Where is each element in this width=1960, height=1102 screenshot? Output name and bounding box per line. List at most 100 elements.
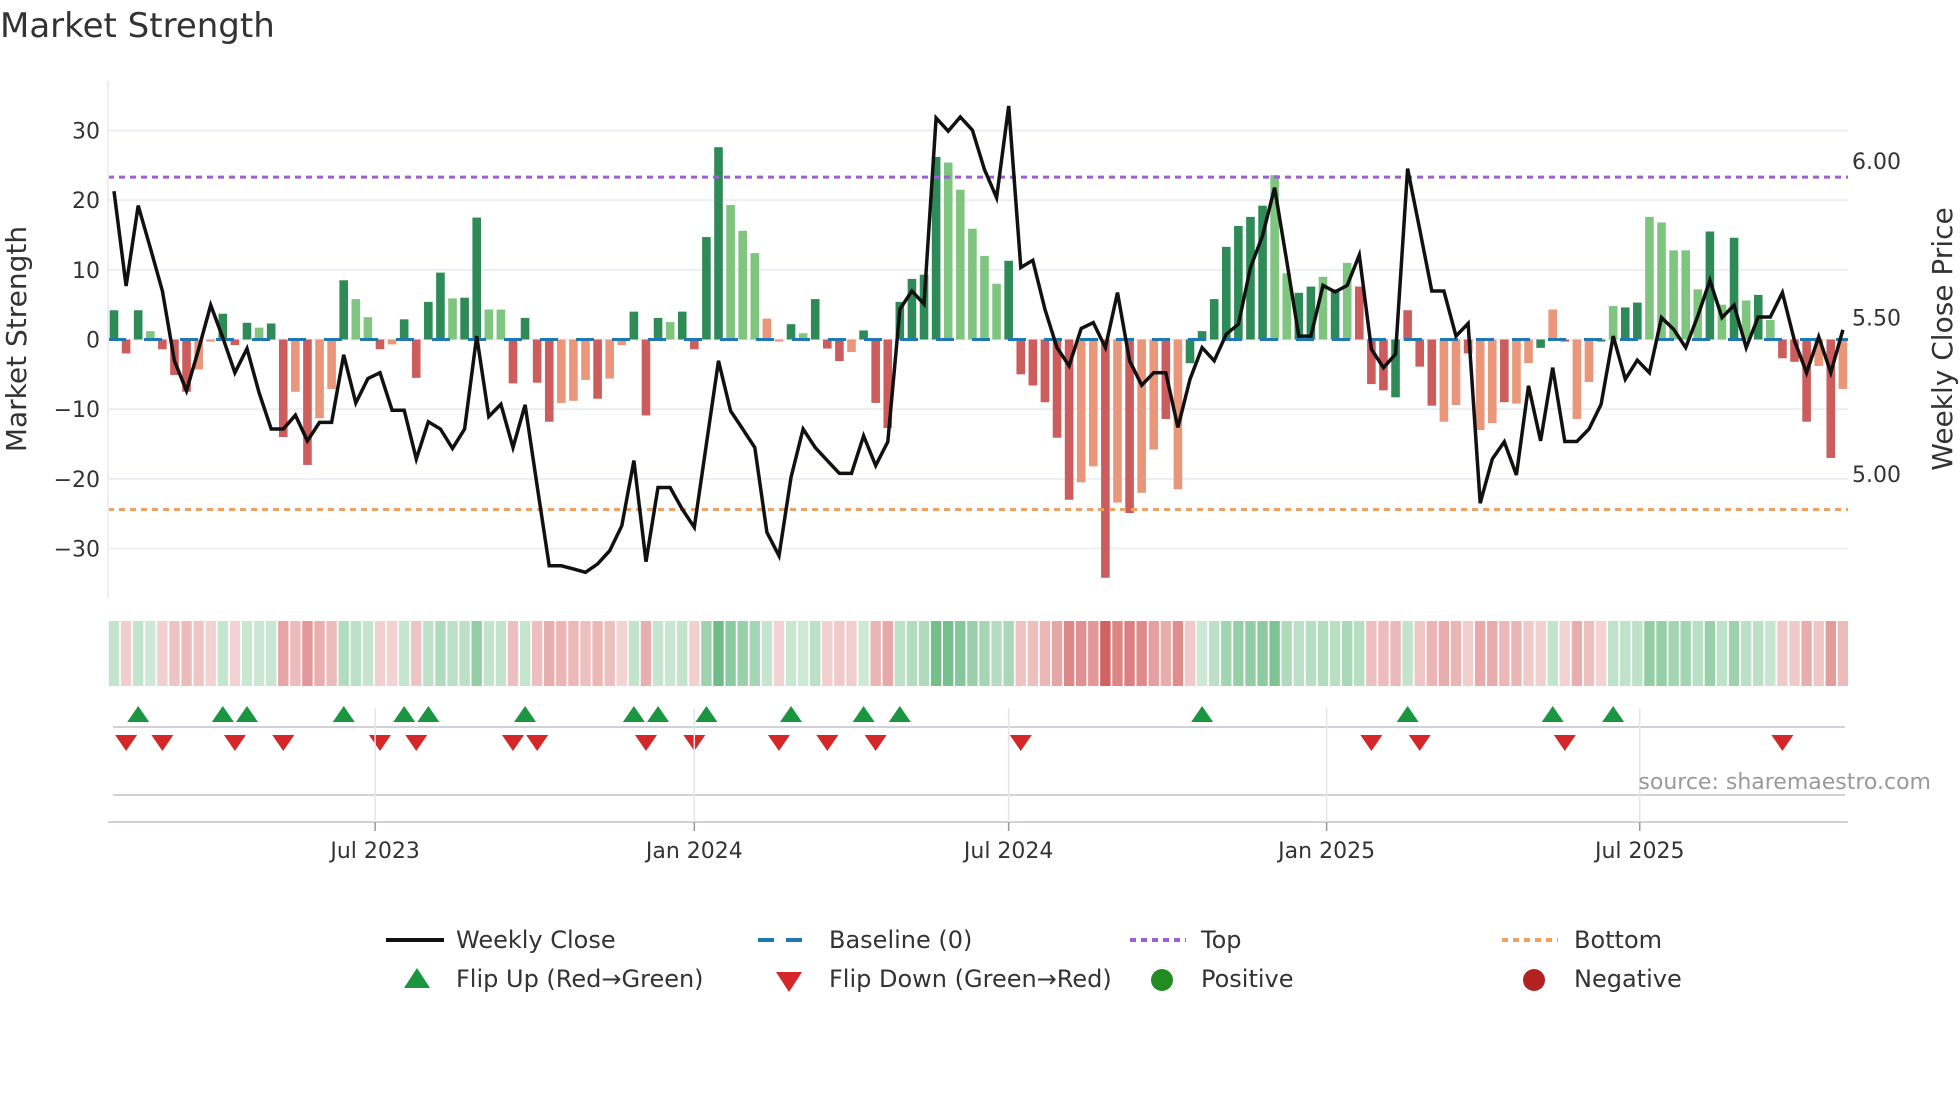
flip-up-marker [127,706,150,722]
heatmap-cell [894,621,906,686]
heatmap-cell [1354,621,1365,686]
flip-down-marker [501,735,524,751]
strength-bar [1330,289,1340,340]
strength-bar [351,299,361,340]
heatmap-cell [1789,621,1800,686]
flip-down-marker [272,735,295,751]
heatmap-cell [1112,621,1123,686]
heatmap-cell [435,621,446,686]
strength-bar [557,339,566,403]
strength-bar [1113,339,1122,503]
heatmap-cell [1160,621,1172,686]
heatmap-cell [1595,621,1607,686]
heatmap-cell [1100,621,1111,686]
y-tick-label: 10 [72,259,100,284]
strength-bar [496,309,506,340]
heatmap-cell [677,621,688,686]
flip-down-marker [368,735,391,751]
heatmap-cell [1305,621,1317,686]
heatmap-cell [846,621,857,686]
heatmap-cell [1221,621,1232,686]
heatmap-cell [580,621,591,686]
strength-bar [677,311,687,340]
flip-down-marker [767,735,790,751]
heatmap-cell [326,621,337,686]
heatmap-cell [241,621,253,686]
heatmap-cell [1559,621,1570,686]
flip-up-marker [1191,706,1214,722]
heatmap-cell [290,621,301,686]
heatmap-cell [1317,621,1329,686]
heatmap-cell [1680,621,1691,686]
flip-down-marker [151,735,174,751]
heatmap-cell [979,621,990,686]
strength-bar [629,311,639,340]
strength-bar [1802,339,1811,422]
strength-bar [1524,339,1533,364]
heatmap-cell [314,621,325,686]
heatmap-cell [1051,621,1063,686]
heatmap-cell [1511,621,1522,686]
heatmap-cell [689,621,700,686]
heatmap-cell [1329,621,1341,686]
strength-bar [1608,306,1618,340]
heatmap-cell [265,621,277,686]
heatmap-cell [253,621,265,686]
strength-bar [315,339,324,419]
strength-bar [1040,339,1050,403]
flip-up-marker [780,706,803,722]
strength-heatmap-strip [108,621,1849,686]
strength-bar [871,339,880,403]
heatmap-cell [1704,621,1716,686]
heatmap-cell [1474,621,1486,686]
strength-bar [569,339,578,401]
strength-bar [956,189,965,340]
heatmap-cell [737,621,748,686]
strength-bar [544,339,554,422]
strength-bar [1681,250,1690,340]
strength-bar [508,339,518,384]
heatmap-cell [1148,621,1159,686]
strength-bar [424,301,433,340]
strength-bar [121,339,131,354]
strength-bar [1572,339,1582,419]
heatmap-cell [1728,621,1740,686]
heatmap-cell [797,621,809,686]
heatmap-cell [1837,621,1849,686]
strength-bar [835,339,844,362]
strength-bar [1004,260,1013,340]
strength-bar [1500,339,1509,403]
heatmap-cell [531,621,543,686]
heatmap-cell [229,621,241,686]
heatmap-cell [1039,621,1051,686]
heatmap-cell [1825,621,1836,686]
heatmap-cell [302,621,313,686]
heatmap-cell [1535,621,1546,686]
strength-bar [1645,216,1654,340]
heatmap-cell [761,621,773,686]
legend-item-negative: Negative [1574,965,1682,993]
heatmap-cell [1632,621,1643,686]
strength-bar [1620,307,1630,340]
flip-down-marker [405,735,428,751]
strength-bar [387,339,397,345]
flip-down-triangle-icon [776,972,802,992]
legend-item-positive: Positive [1201,965,1294,993]
heatmap-cell [1523,621,1534,686]
strength-bar [1028,339,1038,386]
strength-bar [605,339,614,379]
heatmap-cell [1450,621,1462,686]
strength-bar [653,317,663,340]
heatmap-cell [943,621,954,686]
heatmap-cell [1063,621,1075,686]
heatmap-cell [338,621,349,686]
heatmap-cell [544,621,555,686]
y-tick-label: 30 [72,119,100,144]
flip-up-marker [888,706,911,722]
strength-bar [339,280,349,340]
flip-down-marker [1771,735,1794,751]
heatmap-cell [1233,621,1244,686]
source-attribution: source: sharemaestro.com [1638,770,1931,795]
strength-bars [109,147,1848,578]
heatmap-cell [1281,621,1292,686]
